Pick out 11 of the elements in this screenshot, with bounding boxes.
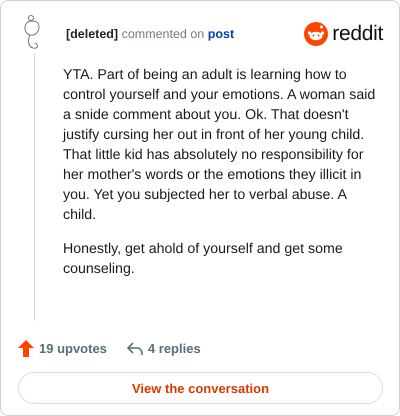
post-link[interactable]: post <box>208 27 234 41</box>
comment-byline: [deleted] commented on post <box>66 27 236 41</box>
reply-arrow-icon <box>126 342 143 356</box>
reddit-logo-icon <box>304 22 328 46</box>
upvote-count: 19 upvotes <box>39 341 107 356</box>
reply-count: 4 replies <box>148 341 201 356</box>
comment-paragraph: YTA. Part of being an adult is learning how to control yourself and your emotions. A woman said a snide comment about you. Ok. That doesn't justify cursing her out in front of her young child. That little kid has absolutely no responsibility for her mother's words or the emotions they illicit in you. Yet you subjected her to verbal abuse. A child. <box>63 66 376 225</box>
comment-paragraph: Honestly, get ahold of yourself and get some counseling. <box>63 240 344 279</box>
view-conversation-button[interactable]: View the conversation <box>18 372 383 404</box>
brand-name: reddit <box>332 22 383 46</box>
upvote-arrow-icon <box>18 340 34 357</box>
